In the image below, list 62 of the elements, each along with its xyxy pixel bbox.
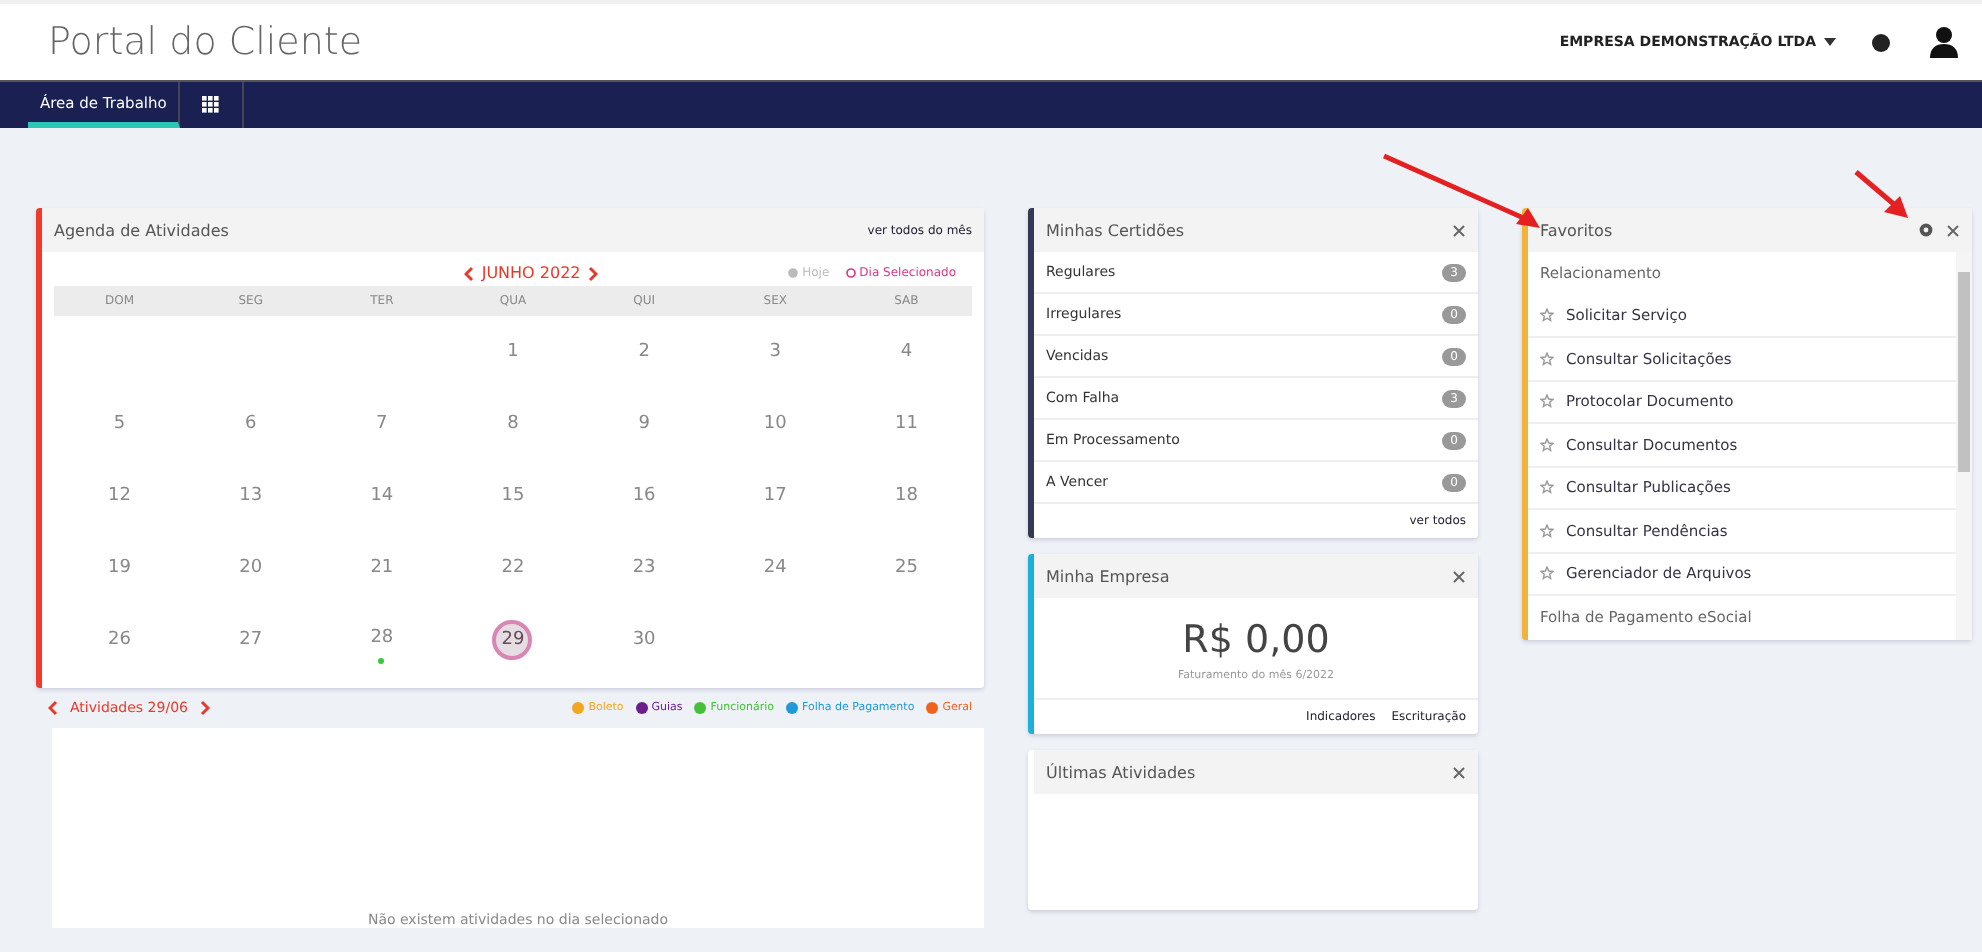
chevron-right-icon[interactable] <box>588 265 599 281</box>
calendar-day[interactable]: 2 <box>624 332 665 372</box>
close-icon[interactable] <box>1452 223 1466 237</box>
star-icon <box>1540 437 1554 452</box>
month-label: JUNHO 2022 <box>481 264 581 282</box>
close-icon[interactable] <box>1452 569 1466 583</box>
calendar-day[interactable]: 3 <box>755 332 796 372</box>
chevron-left-icon[interactable] <box>48 700 58 716</box>
close-icon[interactable] <box>1946 223 1960 237</box>
card-title: Minhas Certidões <box>1046 221 1187 239</box>
calendar-day[interactable]: 23 <box>624 548 665 588</box>
star-icon <box>1540 351 1554 366</box>
calendar-day[interactable]: 14 <box>361 476 402 516</box>
calendar-day[interactable]: 29 <box>492 620 533 660</box>
calendar-day[interactable]: 17 <box>755 476 796 516</box>
calendar-day[interactable]: 1 <box>492 332 533 372</box>
chevron-right-icon[interactable] <box>199 700 210 716</box>
calendar-day[interactable]: 12 <box>99 476 140 516</box>
scrollbar[interactable] <box>1956 252 1972 639</box>
annotation-arrow <box>1852 168 1912 220</box>
help-icon[interactable] <box>1872 33 1890 51</box>
star-icon <box>1540 566 1554 581</box>
chevron-left-icon[interactable] <box>463 265 474 281</box>
card-title: Minha Empresa <box>1046 567 1172 585</box>
grid-icon <box>202 96 221 114</box>
calendar-day[interactable]: 27 <box>230 620 271 660</box>
calendar-day[interactable]: 22 <box>492 548 533 588</box>
card-title: Favoritos <box>1540 221 1615 239</box>
caret-icon[interactable] <box>1824 38 1836 46</box>
calendar-day[interactable]: 18 <box>886 476 927 516</box>
calendar-day[interactable]: 26 <box>99 620 140 660</box>
calendar-day[interactable]: 8 <box>492 404 533 444</box>
star-icon <box>1540 480 1554 495</box>
settings-icon[interactable] <box>1918 222 1934 238</box>
calendar-day[interactable]: 6 <box>230 404 271 444</box>
calendar-day[interactable]: 5 <box>99 404 140 444</box>
calendar-day[interactable]: 11 <box>886 404 927 444</box>
user-icon[interactable] <box>1930 26 1958 58</box>
calendar-day[interactable]: 30 <box>624 620 665 660</box>
legend-dot-icon <box>845 268 856 278</box>
star-icon <box>1540 394 1554 409</box>
calendar-day[interactable]: 13 <box>230 476 271 516</box>
card-title: Agenda de Atividades <box>54 221 231 239</box>
calendar-day[interactable]: 4 <box>886 332 927 372</box>
revenue-value: R$ 0,00 <box>1180 616 1332 662</box>
calendar-day[interactable]: 25 <box>886 548 927 588</box>
calendar-day[interactable]: 15 <box>492 476 533 516</box>
star-icon <box>1540 308 1554 323</box>
star-icon <box>1540 523 1554 538</box>
calendar-day[interactable]: 16 <box>624 476 665 516</box>
legend-dot-icon <box>788 268 799 278</box>
calendar-day[interactable]: 10 <box>755 404 796 444</box>
calendar-day[interactable]: 24 <box>755 548 796 588</box>
calendar-day[interactable]: 20 <box>230 548 271 588</box>
close-icon[interactable] <box>1452 765 1466 779</box>
calendar-day[interactable]: 7 <box>361 404 402 444</box>
calendar-day[interactable]: 28 <box>361 617 402 657</box>
portal-title: Portal do Cliente <box>48 20 365 64</box>
calendar-day[interactable]: 19 <box>99 548 140 588</box>
card-title: Últimas Atividades <box>1046 763 1198 781</box>
calendar-day[interactable]: 9 <box>624 404 665 444</box>
calendar-day[interactable]: 21 <box>361 548 402 588</box>
